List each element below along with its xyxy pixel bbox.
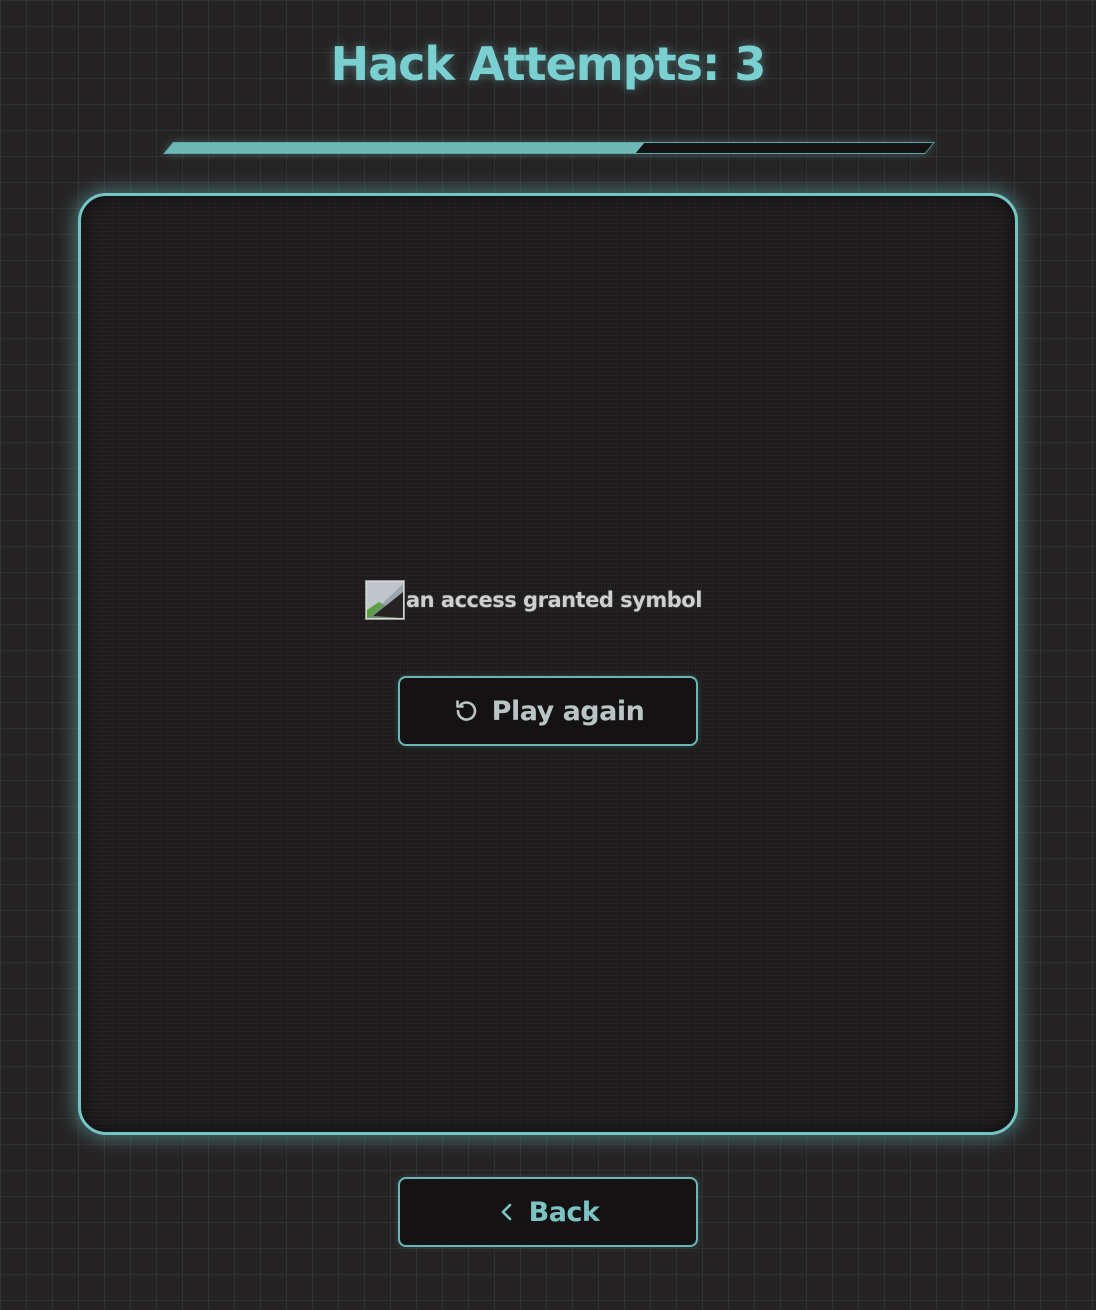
chevron-left-icon — [497, 1200, 517, 1224]
back-button[interactable]: Back — [398, 1177, 698, 1247]
play-again-button[interactable]: Play again — [398, 676, 698, 746]
image-alt-text: an access granted symbol — [406, 588, 702, 612]
page-title: Hack Attempts: 3 — [330, 37, 767, 91]
play-again-label: Play again — [491, 695, 645, 727]
back-label: Back — [528, 1196, 600, 1228]
game-panel — [78, 193, 1018, 1135]
refresh-icon — [452, 697, 480, 725]
broken-image-icon — [365, 580, 405, 620]
attempts-progress-bar — [162, 142, 936, 154]
attempts-progress-fill — [164, 143, 645, 153]
access-granted-image: an access granted symbol — [365, 580, 702, 620]
